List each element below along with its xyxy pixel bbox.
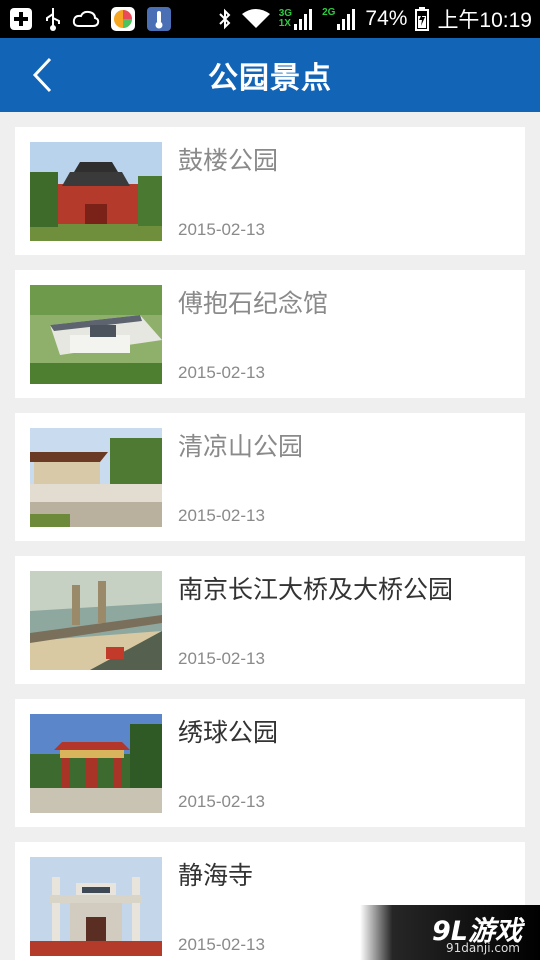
item-title: 南京长江大桥及大桥公园 [178,575,454,604]
battery-icon [415,7,430,31]
page-title: 公园景点 [208,61,332,96]
thumbnail-image [30,142,162,241]
item-date: 2015-02-13 [178,363,265,382]
status-bar: 3G 1X 2G 74% 上午10:19 [0,0,540,38]
watermark: 9L游戏 91danji.com [360,905,540,960]
signal-2g-icon: 2G [322,8,357,30]
item-title: 静海寺 [178,861,254,890]
network-1x-label: 1X [278,18,291,29]
chevron-left-icon [32,57,52,93]
app-header: 公园景点 [0,38,540,112]
watermark-url: 91danji.com [446,941,520,955]
back-button[interactable] [24,56,60,94]
item-date: 2015-02-13 [178,220,265,239]
thumbnail-image [30,714,162,813]
list-item[interactable]: 绣球公园 2015-02-13 [15,699,525,827]
thermometer-icon [146,6,172,32]
wifi-icon [241,8,271,30]
list-item[interactable]: 鼓楼公园 2015-02-13 [15,127,525,255]
cloud-icon [72,9,100,29]
attractions-list: 鼓楼公园 2015-02-13 傅抱石纪念馆 2015-02-13 清凉山公园 … [15,127,525,960]
item-date: 2015-02-13 [178,935,265,954]
clock: 上午10:19 [437,9,532,32]
app-icon [110,6,136,32]
list-item[interactable]: 傅抱石纪念馆 2015-02-13 [15,270,525,398]
item-date: 2015-02-13 [178,792,265,811]
network-2g-label: 2G [322,7,336,18]
list-item[interactable]: 清凉山公园 2015-02-13 [15,413,525,541]
item-title: 傅抱石纪念馆 [178,289,329,318]
item-date: 2015-02-13 [178,649,265,668]
item-title: 清凉山公园 [178,432,304,461]
add-notification-icon [8,6,34,32]
thumbnail-image [30,571,162,670]
usb-icon [44,6,62,32]
list-item[interactable]: 南京长江大桥及大桥公园 2015-02-13 [15,556,525,684]
item-title: 鼓楼公园 [178,146,279,175]
item-title: 绣球公园 [178,718,279,747]
thumbnail-image [30,857,162,956]
signal-3g-icon: 3G 1X [279,8,314,30]
battery-percent: 74% [365,7,408,30]
bluetooth-icon [217,7,233,31]
thumbnail-image [30,285,162,384]
item-date: 2015-02-13 [178,506,265,525]
thumbnail-image [30,428,162,527]
